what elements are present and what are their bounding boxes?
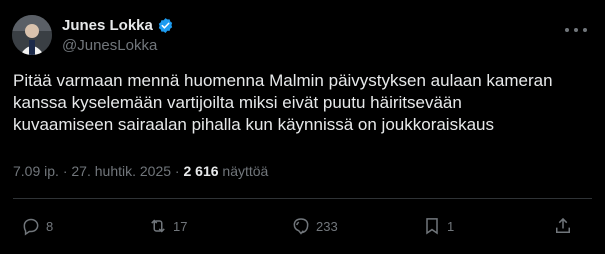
tweet-text: Pitää varmaan mennä huomenna Malmin päiv… [13, 71, 553, 134]
reply-button[interactable]: 8 [21, 211, 53, 241]
more-dot [574, 28, 578, 32]
name-row: Junes Lokka [62, 15, 174, 35]
more-dot [565, 28, 569, 32]
repost-icon [151, 219, 165, 233]
meta-separator: · [174, 163, 180, 179]
views-icon [293, 218, 309, 235]
action-bar: 8 17 233 1 [0, 211, 605, 241]
repost-count: 17 [173, 218, 188, 234]
tweet-time[interactable]: 7.09 ip. [13, 163, 59, 179]
views-label: näyttöä [222, 163, 269, 179]
handle[interactable]: @JunesLokka [62, 37, 174, 54]
verified-badge-icon[interactable] [157, 17, 174, 34]
more-icon[interactable] [565, 22, 587, 38]
avatar[interactable] [12, 15, 52, 55]
views-action-count: 233 [316, 218, 338, 234]
divider [13, 198, 592, 199]
author-block: Junes Lokka @JunesLokka [62, 15, 174, 54]
display-name[interactable]: Junes Lokka [62, 17, 153, 34]
share-icon [556, 217, 570, 233]
bookmark-button[interactable]: 1 [422, 211, 454, 241]
bookmark-icon [426, 218, 438, 235]
reply-icon [23, 218, 39, 236]
avatar-image [12, 15, 52, 55]
reply-count: 8 [46, 218, 54, 234]
tweet-date[interactable]: 27. huhtik. 2025 [71, 163, 171, 179]
share-button[interactable] [553, 211, 573, 241]
bookmark-count: 1 [447, 218, 455, 234]
meta-separator: · [62, 163, 68, 179]
more-dot [583, 28, 587, 32]
repost-button[interactable]: 17 [148, 211, 187, 241]
views-count: 2 616 [183, 163, 219, 179]
views-button[interactable]: 233 [291, 211, 338, 241]
tweet: Junes Lokka @JunesLokka Pitää varmaan me… [0, 0, 605, 254]
tweet-meta: 7.09 ip. · 27. huhtik. 2025 · 2 616 näyt… [13, 163, 268, 179]
